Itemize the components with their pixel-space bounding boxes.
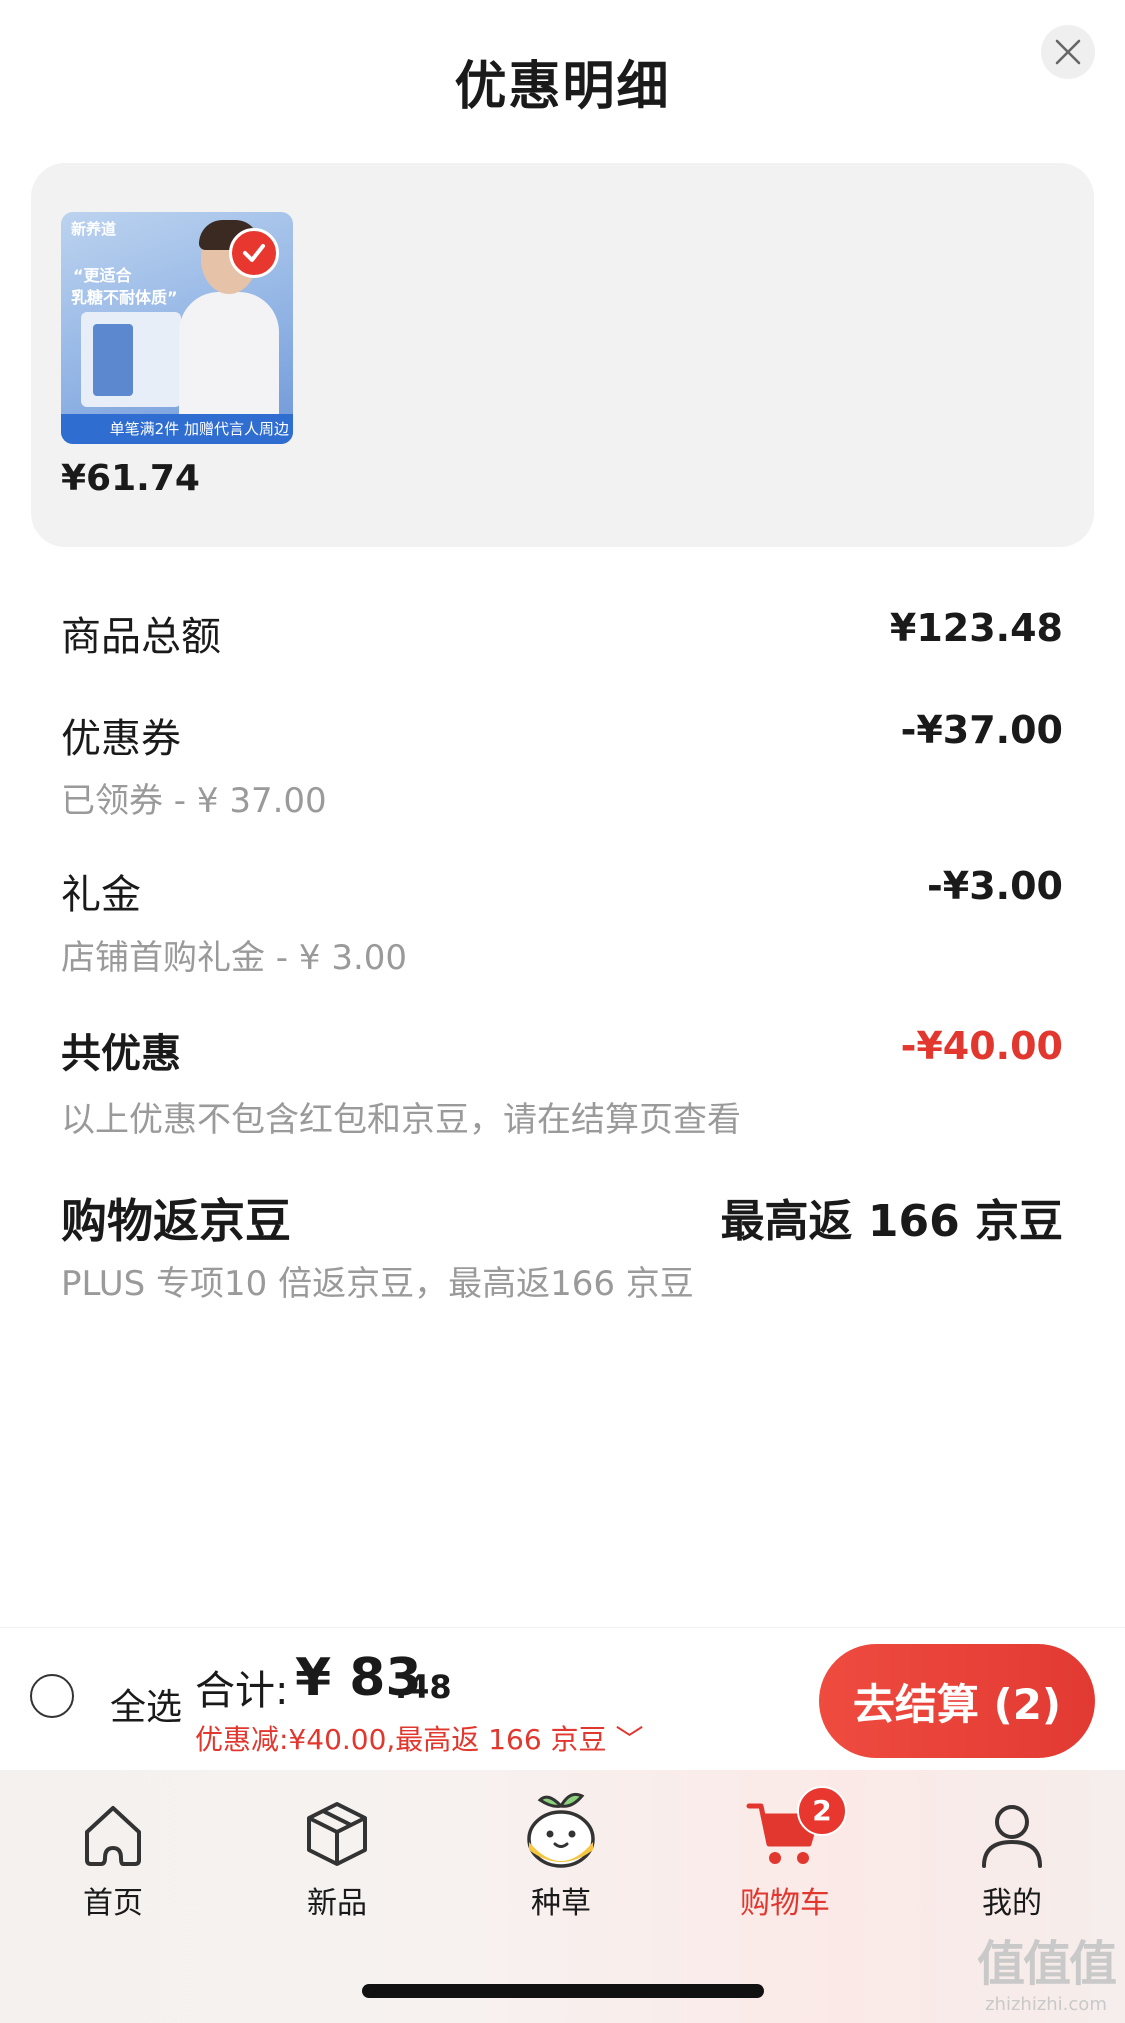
total-discount-note: 以上优惠不包含红包和京豆，请在结算页查看 xyxy=(61,1100,741,1140)
select-all-label[interactable]: 全选 xyxy=(110,1678,182,1730)
product-thumbnail[interactable]: 新养道 “更适合 乳糖不耐体质” 单笔满2件 加赠代言人周边 xyxy=(61,212,293,444)
watermark-site: zhizhizhi.com xyxy=(985,1994,1107,2015)
coupon-value: -¥37.00 xyxy=(900,708,1063,752)
tab-cart[interactable]: 2 购物车 xyxy=(715,1786,855,1922)
gift-value: -¥3.00 xyxy=(927,864,1063,908)
box-icon xyxy=(307,1802,367,1866)
tab-new[interactable]: 新品 xyxy=(267,1790,407,1922)
tab-cart-label: 购物车 xyxy=(740,1886,830,1921)
cart-count-badge: 2 xyxy=(797,1786,847,1836)
gift-sub: 店铺首购礼金 - ¥ 3.00 xyxy=(61,938,408,978)
discount-detail-sheet: 优惠明细 新养道 “更适合 乳糖不耐体质” 单笔满2件 加赠代言人周边 ¥61.… xyxy=(0,0,1125,1627)
product-slogan-line2: 乳糖不耐体质” xyxy=(71,288,178,307)
sheet-title: 优惠明细 xyxy=(454,57,671,117)
product-slogan-line1: “更适合 xyxy=(73,266,132,285)
tab-me-label: 我的 xyxy=(982,1886,1042,1921)
product-card: 新养道 “更适合 乳糖不耐体质” 单笔满2件 加赠代言人周边 ¥61.74 xyxy=(31,163,1094,547)
discount-summary-toggle[interactable]: 优惠减:¥40.00,最高返 166 京豆 ﹀ xyxy=(195,1718,643,1758)
total-discount-label: 共优惠 xyxy=(61,1031,181,1077)
tab-me[interactable]: 我的 xyxy=(942,1790,1082,1922)
selected-check-icon[interactable] xyxy=(229,228,279,278)
home-icon xyxy=(85,1806,141,1866)
coupon-sub: 已领券 - ¥ 37.00 xyxy=(61,781,327,821)
watermark-mark: 值值值 xyxy=(976,1936,1117,1992)
beans-value: 最高返 166 京豆 xyxy=(720,1196,1063,1247)
checkmark-icon xyxy=(243,244,265,262)
checkout-button[interactable]: 去结算 (2) xyxy=(819,1644,1095,1758)
beans-label: 购物返京豆 xyxy=(61,1194,291,1248)
product-promo-banner: 单笔满2件 加赠代言人周边 xyxy=(61,414,293,444)
product-price: ¥61.74 xyxy=(61,458,200,499)
goods-total-value: ¥123.48 xyxy=(889,606,1063,650)
total-decimal: .48 xyxy=(395,1668,452,1706)
close-button[interactable] xyxy=(1041,25,1095,79)
tab-home-label: 首页 xyxy=(83,1886,143,1921)
tab-new-label: 新品 xyxy=(307,1886,367,1921)
product-brand-text: 新养道 xyxy=(71,220,117,238)
home-indicator[interactable] xyxy=(362,1984,764,1998)
watermark: 值值值 zhizhizhi.com xyxy=(976,1924,1117,2015)
tab-grass-label: 种草 xyxy=(531,1886,591,1921)
total-discount-value: -¥40.00 xyxy=(900,1024,1063,1068)
checkout-bar: 全选 合计: ¥ 83 .48 优惠减:¥40.00,最高返 166 京豆 ﹀ … xyxy=(0,1627,1125,1771)
close-icon xyxy=(1055,39,1081,65)
select-all-radio[interactable] xyxy=(30,1674,74,1718)
beans-sub: PLUS 专项10 倍返京豆，最高返166 京豆 xyxy=(61,1264,694,1304)
total-label: 合计: xyxy=(195,1668,289,1714)
tab-home[interactable]: 首页 xyxy=(43,1790,183,1922)
product-bottle-graphic xyxy=(93,324,133,396)
goods-total-label: 商品总额 xyxy=(61,614,221,660)
gift-label: 礼金 xyxy=(61,872,141,918)
user-icon xyxy=(982,1805,1042,1868)
coupon-label: 优惠券 xyxy=(61,716,181,762)
sprout-mascot-icon xyxy=(527,1792,595,1868)
tab-grass[interactable]: 种草 xyxy=(491,1790,631,1922)
